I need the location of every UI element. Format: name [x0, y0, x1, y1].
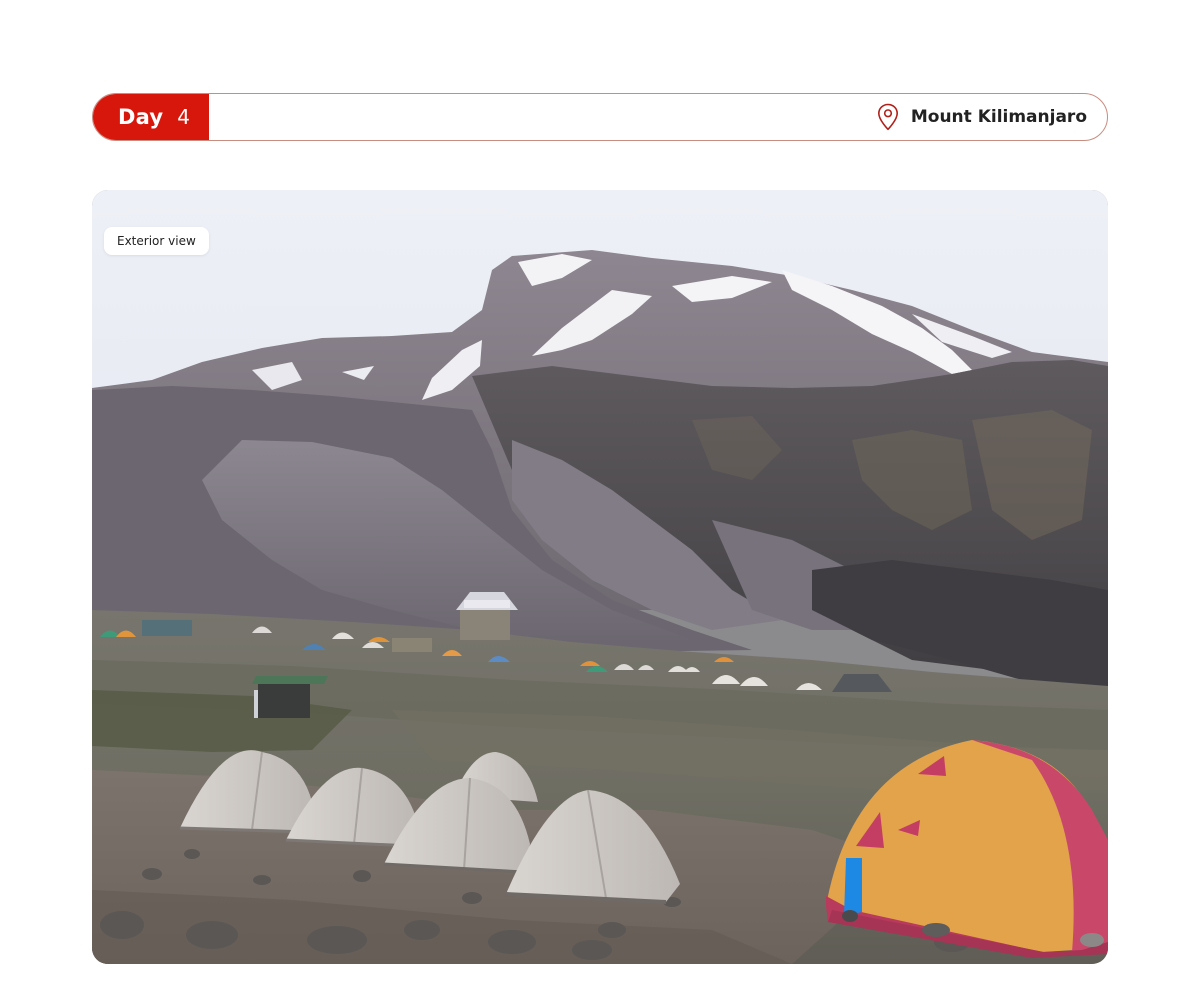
day-badge: Day 4	[93, 94, 209, 140]
map-pin-icon	[877, 103, 898, 131]
location: Mount Kilimanjaro	[877, 103, 1087, 131]
day-number: 4	[177, 105, 190, 129]
day-label: Day	[118, 105, 164, 129]
camp-photo: Exterior view	[92, 190, 1108, 964]
mountain-camp-image	[92, 190, 1108, 964]
location-name: Mount Kilimanjaro	[910, 107, 1087, 127]
day-header-bar: Day 4 Mount Kilimanjaro	[92, 93, 1108, 141]
view-label-chip[interactable]: Exterior view	[104, 227, 209, 255]
